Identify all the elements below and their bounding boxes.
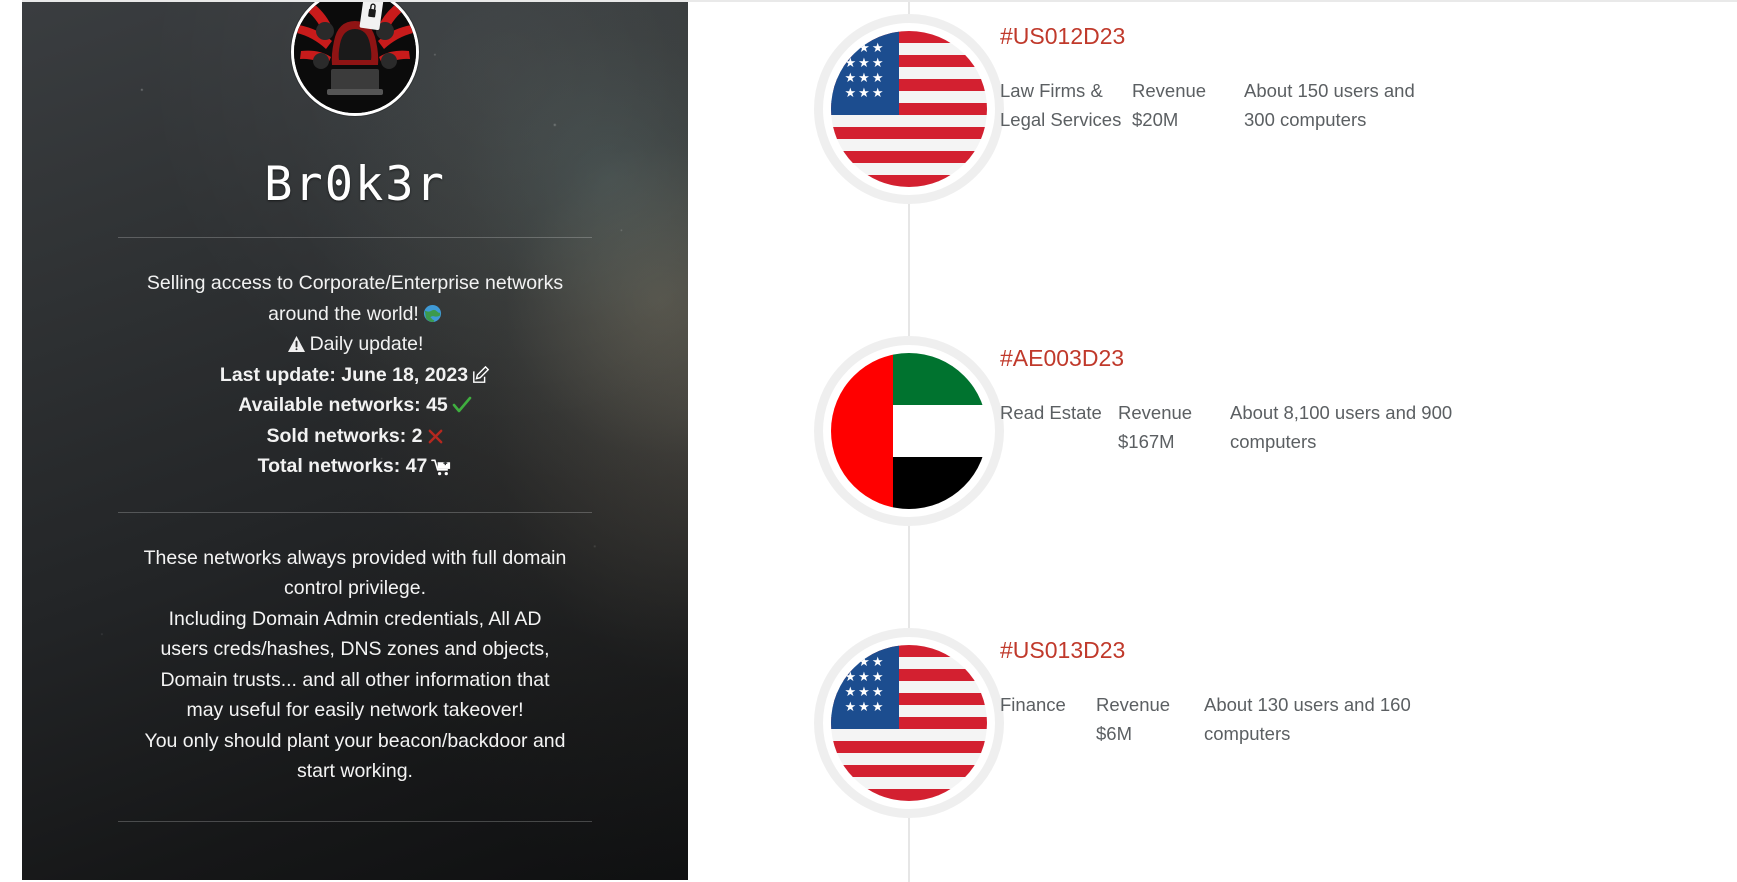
sold-networks-text: Sold networks: 2: [266, 424, 423, 447]
united-arab-emirates-flag-icon: [831, 353, 987, 509]
details-line-5: Domain trusts... and all other informati…: [160, 668, 550, 691]
united-states-flag-icon: ★★★ ★★★ ★★★ ★★★: [831, 31, 987, 187]
listing-entry: #US013D23 Finance Revenue $6M About 130 …: [1000, 636, 1720, 748]
flag-stars: ★★★ ★★★ ★★★ ★★★: [844, 655, 886, 715]
listing-entry: #AE003D23 Read Estate Revenue $167M Abou…: [1000, 344, 1720, 456]
total-networks-text: Total networks: 47: [257, 455, 428, 478]
red-cross-icon: [427, 428, 444, 445]
green-check-icon: [452, 396, 472, 414]
page-title: Br0k3r: [264, 157, 446, 212]
flag-badge: ★★★ ★★★ ★★★ ★★★: [814, 628, 1004, 818]
daily-update-text: Daily update!: [309, 333, 424, 356]
available-networks-text: Available networks: 45: [238, 394, 448, 417]
tagline-line-2: around the world!: [268, 302, 419, 325]
flag-band-red: [831, 353, 894, 509]
details-line-8: start working.: [297, 760, 413, 783]
page-root: Br0k3r Selling access to Corporate/Enter…: [0, 0, 1737, 882]
flag-badge: ★★★ ★★★ ★★★ ★★★: [814, 14, 1004, 204]
listing-revenue: Revenue $6M: [1096, 694, 1171, 744]
tagline-line-1: Selling access to Corporate/Enterprise n…: [146, 272, 564, 295]
listing-sector: Read Estate: [1000, 402, 1102, 423]
listing-sector: Finance: [1000, 694, 1066, 715]
listing-entry: #US012D23 Law Firms & Legal Services Rev…: [1000, 22, 1720, 134]
flag-band-white: [893, 405, 987, 457]
details-line-3: Including Domain Admin credentials, All …: [168, 607, 542, 630]
listing-revenue: Revenue $20M: [1132, 80, 1207, 130]
divider-bottom: [118, 820, 592, 822]
profile-intro: Selling access to Corporate/Enterprise n…: [80, 268, 630, 482]
profile-sidebar: Br0k3r Selling access to Corporate/Enter…: [22, 2, 688, 880]
globe-icon: [423, 304, 442, 323]
pencil-edit-icon: [472, 365, 490, 384]
listing-id[interactable]: #AE003D23: [1000, 344, 1720, 372]
divider-top: [118, 237, 592, 239]
profile-details: These networks always provided with full…: [80, 543, 630, 787]
listing-revenue: Revenue $167M: [1118, 402, 1193, 452]
avatar: [291, 2, 419, 116]
listing-scale: About 8,100 users and 900 computers: [1230, 402, 1453, 452]
left-gutter: [0, 0, 22, 882]
listing-id[interactable]: #US013D23: [1000, 636, 1720, 664]
listing-id[interactable]: #US012D23: [1000, 22, 1720, 50]
details-line-7: You only should plant your beacon/backdo…: [144, 729, 566, 752]
listing-sector: Law Firms & Legal Services: [1000, 80, 1122, 130]
details-line-2: control privilege.: [284, 577, 426, 600]
flag-stars: ★★★ ★★★ ★★★ ★★★: [844, 41, 886, 101]
hooded-hacker-avatar-icon: [294, 2, 416, 113]
flag-badge: [814, 336, 1004, 526]
shopping-cart-add-icon: [431, 457, 452, 477]
listing-scale: About 130 users and 160 computers: [1204, 694, 1411, 744]
network-listing-timeline: ★★★ ★★★ ★★★ ★★★ #US012D23 Law Firms & Legal…: [688, 2, 1737, 882]
united-states-flag-icon: ★★★ ★★★ ★★★ ★★★: [831, 645, 987, 801]
flag-band-black: [893, 457, 987, 509]
flag-band-green: [893, 353, 987, 405]
divider-middle: [118, 511, 592, 513]
warning-triangle-icon: [287, 335, 306, 353]
last-update-text: Last update: June 18, 2023: [219, 363, 469, 386]
listing-scale: About 150 users and 300 computers: [1244, 80, 1415, 130]
details-line-6: may useful for easily network takeover!: [186, 699, 524, 722]
details-line-4: users creds/hashes, DNS zones and object…: [160, 638, 550, 661]
details-line-1: These networks always provided with full…: [143, 546, 567, 569]
